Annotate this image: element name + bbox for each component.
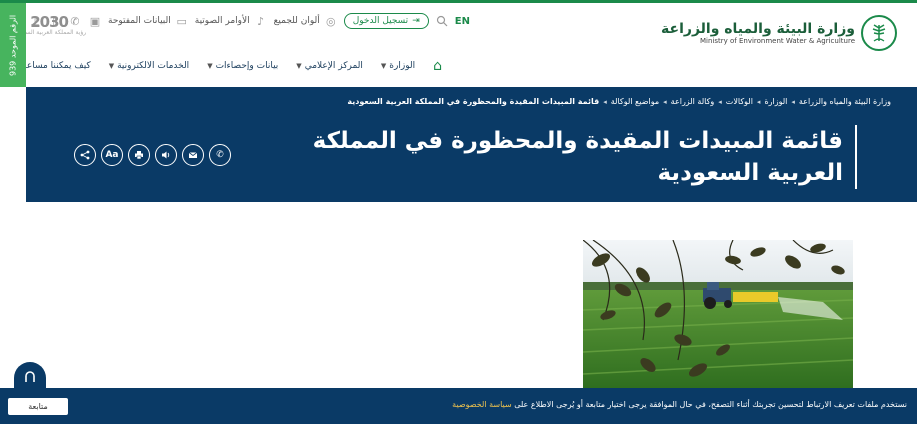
login-label: تسجيل الدخول — [352, 16, 409, 26]
chevron-left-icon: ◂ — [756, 97, 761, 106]
share-actions: Aa ✆ — [74, 144, 231, 166]
login-button[interactable]: ⇥ تسجيل الدخول — [343, 13, 429, 29]
microphone-icon: ♪ — [257, 14, 265, 28]
login-icon: ⇥ — [412, 16, 420, 26]
open-data-label: البيانات المفتوحة — [108, 16, 171, 26]
breadcrumb-current: قائمة المبيدات المقيدة والمحظورة في المم… — [347, 97, 600, 106]
breadcrumb-item[interactable]: الوزارة — [764, 97, 787, 106]
breadcrumb-item[interactable]: الوكالات — [726, 97, 753, 106]
nav-item-e-services[interactable]: الخدمات الالكترونية ▼ — [109, 61, 189, 71]
ministry-name-ar: وزارة البيئة والمياه والزراعة — [661, 21, 855, 37]
breadcrumb: وزارة البيئة والمياه والزراعة ◂ الوزارة … — [347, 97, 891, 106]
main-navigation: ⌂ الوزارة ▼ المركز الإعلامي ▼ بيانات وإحصا… — [4, 58, 442, 74]
open-data-link[interactable]: ▭ البيانات المفتوحة — [108, 14, 189, 28]
chevron-down-icon: ▼ — [296, 62, 302, 70]
folder-icon: ▭ — [176, 14, 187, 28]
chevron-left-icon: ◂ — [663, 97, 667, 106]
calendar-icon[interactable]: ▣ — [88, 14, 102, 28]
voice-commands-label: الأوامر الصوتية — [194, 16, 250, 26]
nav-label: المركز الإعلامي — [304, 61, 363, 71]
ministry-logo[interactable]: وزارة البيئة والمياه والزراعة Ministry o… — [661, 15, 897, 51]
nav-label: الخدمات الالكترونية — [117, 61, 190, 71]
phone-icon[interactable]: ✆ — [209, 144, 231, 166]
site-header: وزارة البيئة والمياه والزراعة Ministry o… — [0, 3, 917, 81]
language-switch[interactable]: EN — [455, 16, 470, 27]
print-icon[interactable] — [128, 144, 150, 166]
privacy-policy-link[interactable]: سياسة الخصوصية — [452, 400, 511, 409]
audio-icon[interactable] — [155, 144, 177, 166]
cookie-message: نستخدم ملفات تعريف الارتباط لتحسين تجربت… — [452, 400, 907, 409]
utility-bar: EN ⇥ تسجيل الدخول ◎ ألوان للجميع ♪ الأوا… — [28, 13, 470, 29]
page-hero: وزارة البيئة والمياه والزراعة ◂ الوزارة … — [26, 87, 917, 202]
colors-for-all-link[interactable]: ◎ ألوان للجميع — [274, 14, 338, 28]
title-block: قائمة المبيدات المقيدة والمحظورة في المم… — [257, 125, 857, 189]
breadcrumb-item[interactable]: مواضيع الوكالة — [611, 97, 659, 106]
chevron-left-icon: ◂ — [603, 97, 607, 106]
nav-item-media-center[interactable]: المركز الإعلامي ▼ — [296, 61, 363, 71]
colors-for-all-label: ألوان للجميع — [273, 16, 320, 26]
font-size-icon[interactable]: Aa — [101, 144, 123, 166]
ministry-name-en: Ministry of Environment Water & Agricult… — [700, 37, 855, 45]
cookie-continue-button[interactable]: متابعة — [8, 398, 68, 415]
chevron-down-icon: ▼ — [108, 62, 115, 70]
eye-icon: ◎ — [325, 14, 336, 28]
chevron-down-icon: ▼ — [380, 62, 387, 70]
nav-label: الوزارة — [389, 61, 416, 71]
breadcrumb-item[interactable]: وكالة الزراعة — [671, 97, 715, 106]
home-icon[interactable]: ⌂ — [433, 58, 442, 74]
page-title: قائمة المبيدات المقيدة والمحظورة في المم… — [312, 128, 843, 186]
breadcrumb-item[interactable]: وزارة البيئة والمياه والزراعة — [799, 97, 891, 106]
voice-commands-link[interactable]: ♪ الأوامر الصوتية — [195, 14, 268, 28]
nav-item-ministry[interactable]: الوزارة ▼ — [381, 61, 415, 71]
chevron-left-icon: ◂ — [791, 97, 795, 106]
chevron-down-icon: ▼ — [207, 62, 213, 70]
palm-logo-icon — [861, 15, 897, 51]
share-icon[interactable] — [74, 144, 96, 166]
chevron-left-icon: ◂ — [718, 97, 722, 106]
email-icon[interactable] — [182, 144, 204, 166]
nav-item-data-statistics[interactable]: بيانات وإحصاءات ▼ — [207, 61, 278, 71]
nav-label: بيانات وإحصاءات — [215, 61, 279, 71]
vision-number: 2030 — [30, 13, 69, 31]
cookie-text: نستخدم ملفات تعريف الارتباط لتحسين تجربت… — [514, 400, 907, 409]
unified-number-tab[interactable]: الرقم الموحد 939 — [0, 3, 26, 87]
article-image — [583, 240, 853, 388]
cookie-banner: نستخدم ملفات تعريف الارتباط لتحسين تجربت… — [0, 388, 917, 424]
search-icon[interactable] — [435, 14, 449, 28]
